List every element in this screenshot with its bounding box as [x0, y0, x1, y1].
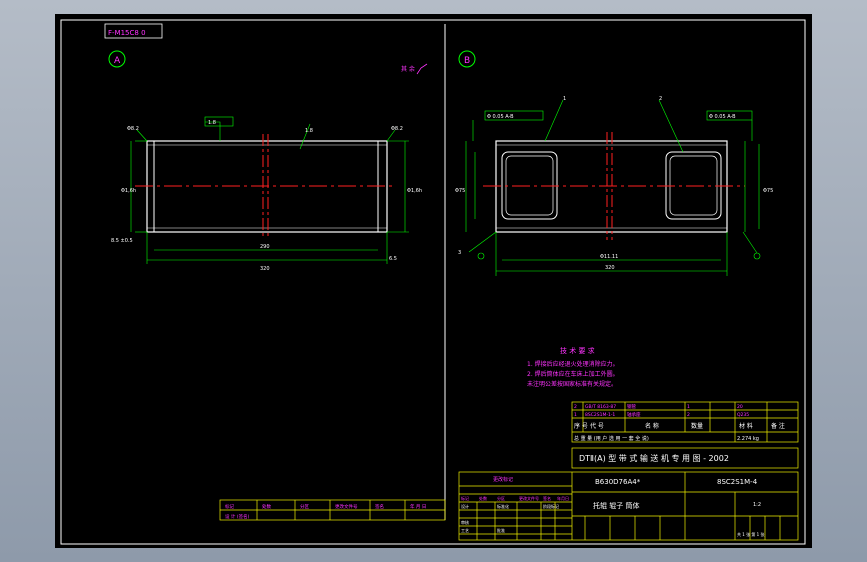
view-b-label: B — [464, 56, 470, 66]
parts-row2-no: 2 — [574, 404, 577, 410]
cad-drawing: F-M15C8 0 A 其 余 1.8 Φ8.2 Φ8.2 Φ1,6h Φ1,6… — [60, 19, 806, 545]
rev-review: 审核 — [461, 519, 469, 525]
dim-wall-label: 1.8 — [305, 128, 313, 134]
leader-datum-b — [742, 231, 758, 254]
leader-3-label: 3 — [458, 250, 461, 256]
dim-right-top: Φ8.2 — [391, 126, 403, 132]
strip-cell-4: 更改文件号 — [335, 503, 358, 510]
code-right: 8SC2S1M-4 — [717, 478, 758, 486]
tech-req-line-3: 未注明公差按国家标准有关规定。 — [527, 380, 617, 388]
parts-row2-mat: 20 — [737, 404, 743, 410]
dim-b-right-label: Φ75 — [763, 188, 773, 194]
spec-row: 总 重 量 (用 户 选 用 一 套 全 说) — [574, 435, 649, 442]
parts-row2-code: GB/T 8163-87 — [585, 404, 616, 410]
code-tag-text: F-M15C8 0 — [108, 29, 146, 37]
leader-1-label: 1 — [563, 96, 566, 102]
rev-stage: 阶段标记 — [543, 503, 559, 509]
strip-cell-2: 处数 — [262, 503, 271, 510]
dim-right-end-label: 6.5 — [389, 256, 397, 262]
rev-cell-5: 签名 — [543, 495, 551, 501]
tech-req-line-2: 2. 焊后筒体应在车床上加工外圆。 — [527, 370, 619, 378]
dim-inner-label: 290 — [260, 244, 270, 250]
leader-2-label: 2 — [659, 96, 662, 102]
parts-row2-name: 钢管 — [627, 403, 636, 410]
rev-cell-6: 年月日 — [557, 495, 569, 501]
tech-req-heading: 技 术 要 求 — [560, 346, 595, 355]
dim-overall-label: 320 — [260, 266, 270, 272]
rev-design: 设计 — [461, 503, 469, 509]
datum-b-circle — [753, 252, 761, 260]
dim-b-left-label: Φ75 — [455, 188, 465, 194]
parts-row1-no: 1 — [574, 412, 577, 418]
surface-finish-icon — [416, 63, 428, 75]
parts-row2-qty: 1 — [687, 404, 690, 410]
rev-approve: 批准 — [497, 527, 505, 533]
revision-title: 更改标记 — [493, 476, 513, 483]
col-mat: 材 料 — [739, 422, 753, 430]
dim-right-dia-label: Φ1,6h — [407, 188, 422, 194]
col-remark: 备 注 — [771, 422, 785, 430]
code-left: B630D76A4* — [595, 478, 641, 486]
tol-left-text: Φ 0.05 A-B — [487, 114, 514, 120]
rev-standard: 标准化 — [497, 503, 509, 509]
col-name: 名 称 — [645, 422, 659, 430]
dim-b-overall-label: 320 — [605, 265, 615, 271]
strip-cell-6: 年 月 日 — [410, 503, 426, 510]
dim-left-dia-label: Φ1,6h — [121, 188, 136, 194]
standard-title: DTⅡ(A) 型 带 式 输 送 机 专 用 图 - 2002 — [579, 453, 729, 463]
dim-left-top: Φ8.2 — [127, 126, 139, 132]
col-no: 序 号 — [574, 422, 588, 430]
strip-cell-5: 签名 — [375, 503, 384, 510]
view-a-part — [130, 116, 409, 264]
leader-part1 — [544, 99, 564, 142]
view-b-part — [465, 99, 761, 276]
col-code: 代 号 — [590, 422, 604, 430]
rev-cell-2: 处数 — [479, 495, 487, 501]
col-qty: 数量 — [691, 422, 703, 430]
leader-part2 — [658, 99, 684, 153]
parts-row1-mat: Q235 — [737, 412, 749, 418]
dim-b-inner-label: Φ11.11 — [600, 254, 618, 260]
tech-req-line-1: 1. 焊接后应经退火处理消除应力。 — [527, 360, 619, 368]
sheet-count: 共 1 张 第 1 张 — [737, 531, 764, 537]
view-a-top-callout: 1.8 — [208, 120, 216, 126]
weight-value: 2.274 kg — [737, 436, 759, 442]
datum-a-circle — [477, 252, 485, 260]
drawing-sheet: F-M15C8 0 A 其 余 1.8 Φ8.2 Φ8.2 Φ1,6h Φ1,6… — [55, 14, 812, 548]
dim-bottom-left-label: 8.5 ±0.5 — [111, 238, 133, 244]
parts-row1-name: 轴承座 — [627, 411, 641, 418]
tol-right-text: Φ 0.05 A-B — [709, 114, 736, 120]
view-a-label: A — [114, 56, 121, 66]
strip-cell-3: 分区 — [300, 503, 309, 510]
rev-cell-1: 标记 — [461, 495, 469, 501]
strip-cell-1: 标记 — [225, 503, 234, 510]
parts-row1-code: 8SC2S1M-1-1 — [585, 412, 615, 418]
part-name: 托辊 辊子 筒体 — [593, 501, 639, 510]
surface-note: 其 余 — [401, 65, 415, 73]
bottom-strip-grid — [219, 499, 446, 521]
rev-process: 工艺 — [461, 528, 469, 533]
sheet-border — [60, 19, 806, 545]
scale-value: 1:2 — [753, 502, 761, 508]
parts-row1-qty: 2 — [687, 412, 690, 418]
rev-cell-3: 分区 — [497, 495, 505, 501]
strip-row2-cell-1: 设 计 (签名) — [225, 513, 250, 520]
leader-part3 — [468, 231, 497, 253]
rev-cell-4: 更改文件号 — [519, 495, 539, 501]
